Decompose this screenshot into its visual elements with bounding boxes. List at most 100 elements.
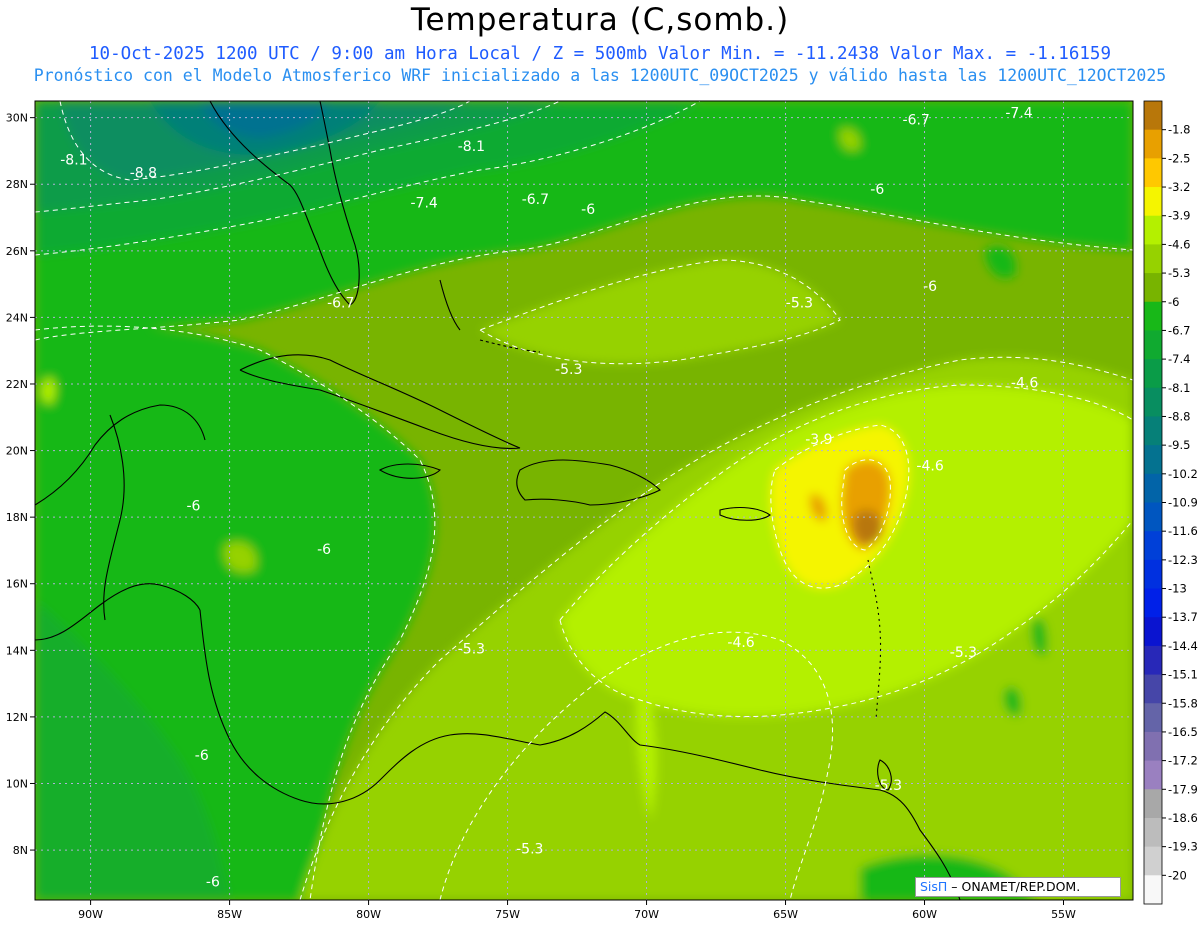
contour-label: -6.7 xyxy=(522,192,549,208)
x-tick-label: 80W xyxy=(356,908,381,921)
contour-label: -6.7 xyxy=(327,295,354,311)
colorbar-swatch xyxy=(1144,445,1162,475)
contour-label: -6 xyxy=(186,498,200,514)
contour-label: -6 xyxy=(195,748,209,764)
colorbar-level-label: -6 xyxy=(1168,295,1179,309)
colorbar-swatch xyxy=(1144,846,1162,876)
colorbar-swatch xyxy=(1144,875,1162,905)
colorbar-swatch xyxy=(1144,473,1162,503)
contour-label: -6.7 xyxy=(7,282,34,298)
colorbar-swatch xyxy=(1144,187,1162,217)
contour-label: -4.6 xyxy=(1011,375,1038,391)
colorbar-level-label: -8.8 xyxy=(1168,409,1190,423)
contour-label: -7.4 xyxy=(411,196,438,212)
colorbar-swatch xyxy=(1144,273,1162,303)
colorbar-swatch xyxy=(1144,731,1162,762)
contour-label: -8.1 xyxy=(60,152,87,168)
y-tick-label: 12N xyxy=(6,711,28,724)
y-tick-label: 20N xyxy=(6,445,28,458)
colorbar-level-label: -10.9 xyxy=(1168,496,1198,510)
x-tick-label: 60W xyxy=(912,908,937,921)
temperature-map: -8.1 -8.8 -8.1 -7.4 -6.7 -6 -6.7 -7.4 -6 -6.7 -6.7… xyxy=(6,100,1198,921)
colorbar: -1.8 -2.5 -3.2 -3.9 -4.6 -5.3 -6 -6.7 -7.4 -8.1 -8… xyxy=(1143,100,1198,905)
plot-area: -8.1 -8.8 -8.1 -7.4 -6.7 -6 -6.7 -7.4 -6 -6.7 -6.7… xyxy=(7,101,1133,900)
y-tick-label: 16N xyxy=(6,578,28,591)
colorbar-swatch xyxy=(1144,101,1162,131)
colorbar-level-label: -17.2 xyxy=(1168,754,1198,768)
y-tick-label: 18N xyxy=(6,511,28,524)
colorbar-level-label: -8.1 xyxy=(1168,381,1190,395)
credit-box: SisΠ – ONAMET/REP.DOM. xyxy=(915,877,1121,897)
colorbar-level-label: -3.9 xyxy=(1168,209,1190,223)
colorbar-swatch xyxy=(1144,559,1162,590)
y-tick-label: 28N xyxy=(6,178,28,191)
colorbar-level-label: -15.1 xyxy=(1168,668,1198,682)
colorbar-swatch xyxy=(1144,244,1162,274)
y-tick-label: 8N xyxy=(13,844,28,857)
x-tick-label: 85W xyxy=(217,908,242,921)
colorbar-swatch xyxy=(1144,617,1162,647)
colorbar-swatch xyxy=(1144,817,1162,848)
colorbar-swatch xyxy=(1144,387,1162,417)
colorbar-level-label: -18.6 xyxy=(1168,811,1198,825)
contour-label: -5.3 xyxy=(875,778,902,794)
y-tick-label: 10N xyxy=(6,777,28,790)
y-tick-label: 14N xyxy=(6,644,28,657)
colorbar-swatch xyxy=(1144,531,1162,561)
colorbar-swatch xyxy=(1144,760,1162,790)
contour-label: -6 xyxy=(581,202,595,218)
contour-label: -3.9 xyxy=(805,432,832,448)
contour-label: -5.3 xyxy=(458,642,485,658)
y-tick-label: 30N xyxy=(6,112,28,125)
contour-label: -6 xyxy=(870,182,884,198)
x-tick-label: 55W xyxy=(1051,908,1076,921)
colorbar-level-label: -10.2 xyxy=(1168,467,1198,481)
longitude-axis: 90W 85W 80W 75W 70W 65W 60W 55W xyxy=(78,900,1076,921)
colorbar-swatch xyxy=(1144,502,1162,532)
colorbar-swatch xyxy=(1144,359,1162,389)
x-tick-label: 75W xyxy=(495,908,520,921)
colorbar-swatch xyxy=(1144,416,1162,446)
x-tick-label: 90W xyxy=(78,908,103,921)
contour-label: -6 xyxy=(317,542,331,558)
contour-label: -6 xyxy=(923,279,937,295)
contour-label: -5.3 xyxy=(786,295,813,311)
colorbar-level-label: -13.7 xyxy=(1168,610,1198,624)
colorbar-level-label: -14.4 xyxy=(1168,639,1198,653)
contour-label: -8.1 xyxy=(458,139,485,155)
contour-label: -8.8 xyxy=(130,166,157,182)
contour-label: -4.6 xyxy=(727,635,754,651)
colorbar-level-label: -17.9 xyxy=(1168,782,1198,796)
colorbar-level-label: -15.8 xyxy=(1168,696,1198,710)
colorbar-swatch xyxy=(1144,703,1162,733)
latitude-axis: 30N 28N 26N 24N 22N 20N 18N 16N 14N 12N 10N 8N xyxy=(6,112,35,857)
colorbar-level-label: -7.4 xyxy=(1168,352,1190,366)
contour-label: -4.6 xyxy=(916,459,943,475)
contour-label: -5.3 xyxy=(950,645,977,661)
colorbar-level-label: -13 xyxy=(1168,582,1187,596)
colorbar-level-label: -3.2 xyxy=(1168,180,1190,194)
contour-label: -5.3 xyxy=(516,841,543,857)
colorbar-swatch xyxy=(1144,588,1162,618)
colorbar-swatch xyxy=(1144,330,1162,360)
colorbar-level-label: -4.6 xyxy=(1168,237,1190,251)
colorbar-swatch xyxy=(1144,215,1162,245)
colorbar-swatch xyxy=(1144,158,1162,188)
contour-label: -5.3 xyxy=(555,362,582,378)
x-tick-label: 65W xyxy=(773,908,798,921)
sispi-logo: SisΠ xyxy=(920,879,948,894)
credit-org: – ONAMET/REP.DOM. xyxy=(947,879,1081,894)
colorbar-level-label: -1.8 xyxy=(1168,123,1190,137)
contour-label: -6.7 xyxy=(903,112,930,128)
colorbar-swatch xyxy=(1144,674,1162,704)
y-tick-label: 22N xyxy=(6,378,28,391)
colorbar-level-label: -12.3 xyxy=(1168,553,1198,567)
colorbar-swatch xyxy=(1144,645,1162,676)
colorbar-level-label: -20 xyxy=(1168,868,1187,882)
colorbar-swatch xyxy=(1144,301,1162,331)
colorbar-level-label: -11.6 xyxy=(1168,524,1198,538)
contour-label: -7.4 xyxy=(1005,106,1032,122)
colorbar-level-label: -16.5 xyxy=(1168,725,1198,739)
contour-label: -6 xyxy=(206,875,220,891)
colorbar-level-label: -5.3 xyxy=(1168,266,1190,280)
